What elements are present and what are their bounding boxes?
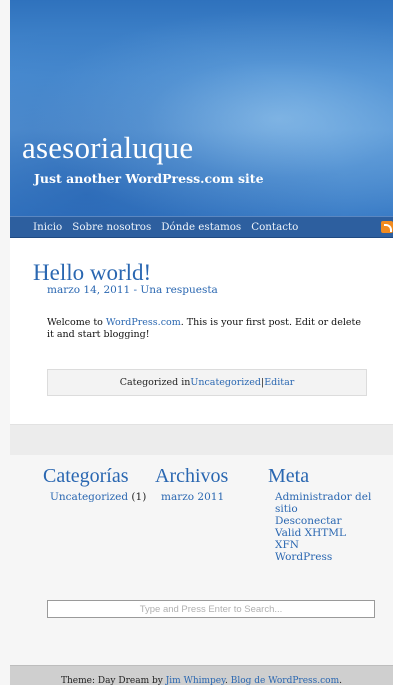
list-item: XFN	[275, 539, 379, 551]
page-frame: asesorialuque Just another WordPress.com…	[10, 0, 393, 685]
list-item: marzo 2011	[161, 491, 224, 503]
meta-valid-xhtml-link[interactable]: Valid XHTML	[275, 527, 346, 539]
category-link[interactable]: Uncategorized	[190, 377, 261, 388]
search-input[interactable]	[47, 600, 375, 618]
meta-logout-link[interactable]: Desconectar	[275, 515, 342, 527]
archive-month-link[interactable]: marzo 2011	[161, 491, 224, 503]
meta-widget-title: Meta	[268, 465, 310, 487]
footer-author-link[interactable]: Jim Whimpey	[166, 676, 225, 685]
list-item: Administrador del sitio	[275, 491, 379, 515]
post-date: marzo 14, 2011	[47, 284, 131, 296]
meta-list: Administrador del sitio Desconectar Vali…	[275, 491, 379, 563]
meta-admin-link[interactable]: Administrador del sitio	[275, 491, 371, 515]
post-title[interactable]: Hello world!	[33, 260, 151, 286]
list-item: WordPress	[275, 551, 379, 563]
post-categories-box: Categorized in Uncategorized | Editar	[47, 369, 367, 396]
page-left-margin	[0, 0, 10, 685]
categories-widget-title: Categorías	[43, 465, 129, 487]
comments-link[interactable]: Una respuesta	[140, 284, 217, 296]
archives-widget-title: Archivos	[155, 465, 229, 487]
meta-xfn-link[interactable]: XFN	[275, 539, 299, 551]
post-meta: marzo 14, 2011 - Una respuesta	[47, 284, 218, 296]
post-body: Welcome to WordPress.com. This is your f…	[47, 317, 367, 341]
section-divider-band	[10, 424, 393, 456]
main-nav: Inicio Sobre nosotros Dónde estamos Cont…	[10, 216, 393, 238]
archives-list: marzo 2011	[161, 491, 224, 503]
footer-widgets: Categorías Uncategorized (1) Archivos ma…	[10, 455, 393, 665]
post-content: Hello world! marzo 14, 2011 - Una respue…	[10, 238, 393, 424]
list-item: Uncategorized (1)	[50, 491, 146, 503]
footer-theme-prefix: Theme: Day Dream by	[60, 676, 166, 685]
list-item: Valid XHTML	[275, 527, 379, 539]
meta-separator: -	[130, 284, 141, 296]
footer-blog-link[interactable]: Blog de WordPress.com	[231, 676, 339, 685]
category-count: (1)	[128, 491, 147, 503]
wordpress-com-link[interactable]: WordPress.com	[106, 317, 181, 328]
rss-icon[interactable]	[381, 221, 393, 233]
category-uncategorized-link[interactable]: Uncategorized	[50, 491, 128, 503]
post-body-prefix: Welcome to	[47, 317, 106, 328]
meta-wordpress-link[interactable]: WordPress	[275, 551, 332, 563]
site-title[interactable]: asesorialuque	[22, 130, 193, 166]
categories-list: Uncategorized (1)	[50, 491, 146, 503]
list-item: Desconectar	[275, 515, 379, 527]
site-header: asesorialuque Just another WordPress.com…	[10, 0, 393, 216]
nav-item-sobre-nosotros[interactable]: Sobre nosotros	[72, 221, 151, 233]
nav-item-inicio[interactable]: Inicio	[33, 221, 62, 233]
site-footer: Theme: Day Dream by Jim Whimpey. Blog de…	[10, 665, 393, 685]
site-description: Just another WordPress.com site	[34, 171, 264, 186]
categorized-in-label: Categorized in	[119, 377, 191, 388]
edit-link[interactable]: Editar	[264, 377, 294, 388]
footer-suffix: .	[339, 676, 343, 685]
nav-item-donde-estamos[interactable]: Dónde estamos	[161, 221, 241, 233]
nav-item-contacto[interactable]: Contacto	[251, 221, 298, 233]
